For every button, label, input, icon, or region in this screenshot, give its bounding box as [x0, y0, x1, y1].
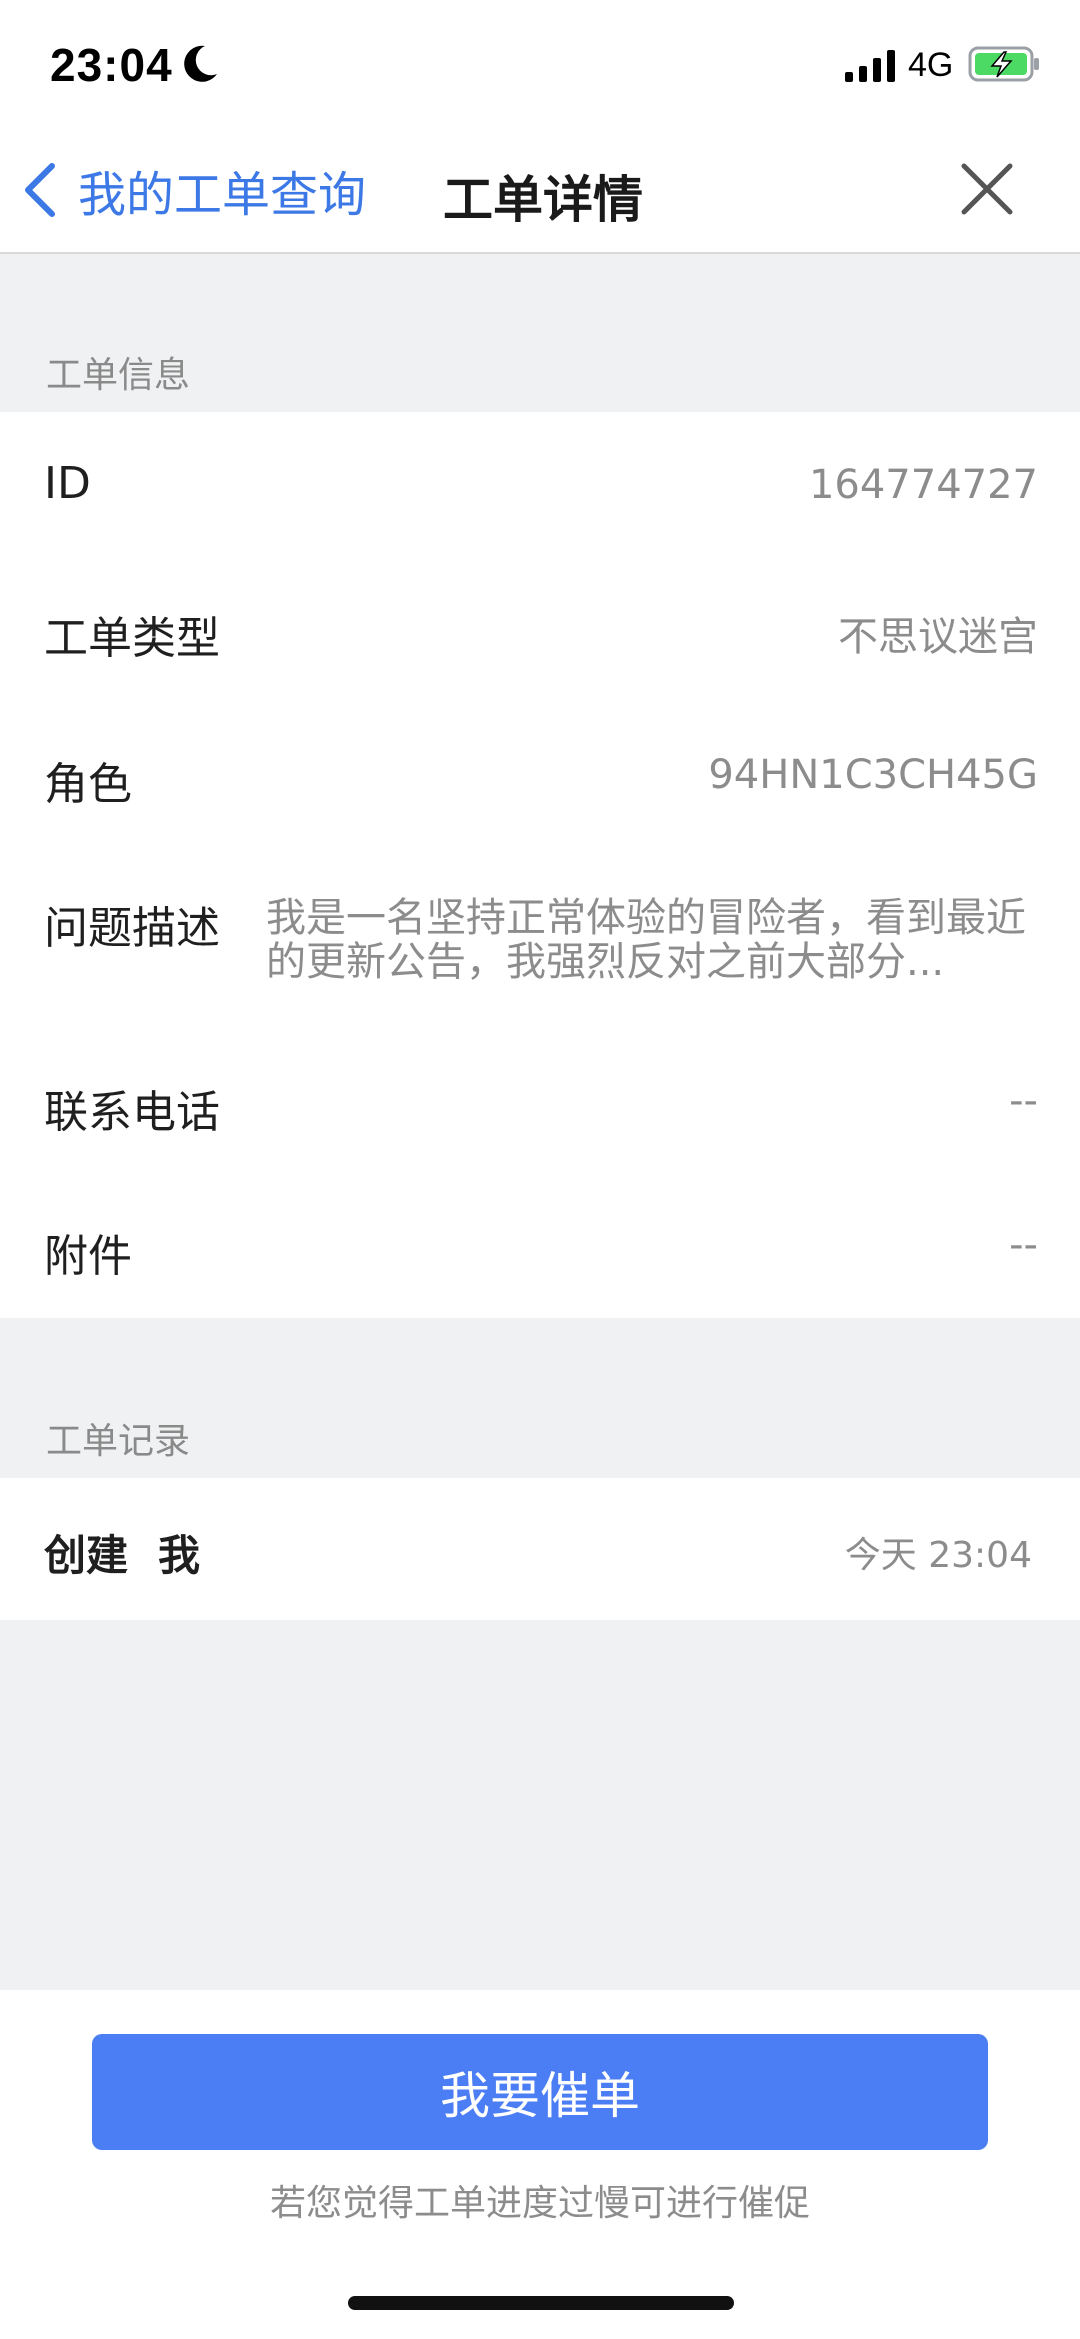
row-label: 联系电话 — [44, 1087, 220, 1138]
urge-button[interactable]: 我要催单 — [92, 2034, 988, 2150]
battery-charging-icon — [968, 46, 1039, 82]
status-time: 23:04 — [50, 39, 173, 91]
row-label: ID — [44, 458, 91, 509]
status-bar: 23:04 4G — [0, 0, 1080, 130]
row-value: 164774727 — [808, 462, 1038, 508]
close-icon[interactable] — [958, 160, 1016, 218]
back-label: 我的工单查询 — [78, 167, 367, 223]
section-header-ticket-info: 工单信息 — [46, 355, 191, 396]
ticket-info-card: ID 164774727 工单类型 不思议迷宫 角色 94HN1C3CH45G … — [0, 412, 1080, 1318]
bottom-action-area: 我要催单 若您觉得工单进度过慢可进行催促 — [0, 1990, 1080, 2339]
row-label: 角色 — [44, 759, 132, 810]
section-header-ticket-record: 工单记录 — [46, 1421, 191, 1462]
back-button[interactable]: 我的工单查询 — [20, 150, 366, 230]
row-value: -- — [1009, 1078, 1038, 1124]
record-time: 今天 23:04 — [844, 1535, 1032, 1576]
record-actor: 我 — [158, 1531, 201, 1580]
urge-hint: 若您觉得工单进度过慢可进行催促 — [269, 2183, 810, 2224]
row-label: 工单类型 — [44, 613, 220, 664]
page-title: 工单详情 — [443, 171, 643, 229]
ticket-detail-page: 23:04 4G 我的工单查询 工单详情 工单信息 ID 164774727 工… — [0, 0, 1080, 2339]
row-value: 不思议迷宫 — [838, 614, 1038, 660]
network-label: 4G — [908, 46, 954, 84]
chevron-left-icon — [25, 163, 55, 217]
description-text: 我是一名坚持正常体验的冒险者，看到最近的更新公告，我强烈反对之前大部分... — [266, 896, 1026, 985]
navigation-bar: 我的工单查询 工单详情 — [0, 130, 1080, 254]
row-value: 94HN1C3CH45G — [708, 752, 1038, 798]
row-value: -- — [1009, 1222, 1038, 1268]
home-indicator[interactable] — [348, 2296, 734, 2310]
moon-icon — [184, 45, 217, 82]
signal-icon — [845, 50, 895, 82]
row-label: 附件 — [44, 1231, 132, 1282]
row-label: 问题描述 — [44, 903, 220, 954]
record-action: 创建 — [44, 1531, 129, 1580]
ticket-record-card: 创建 我 今天 23:04 — [0, 1478, 1080, 1620]
